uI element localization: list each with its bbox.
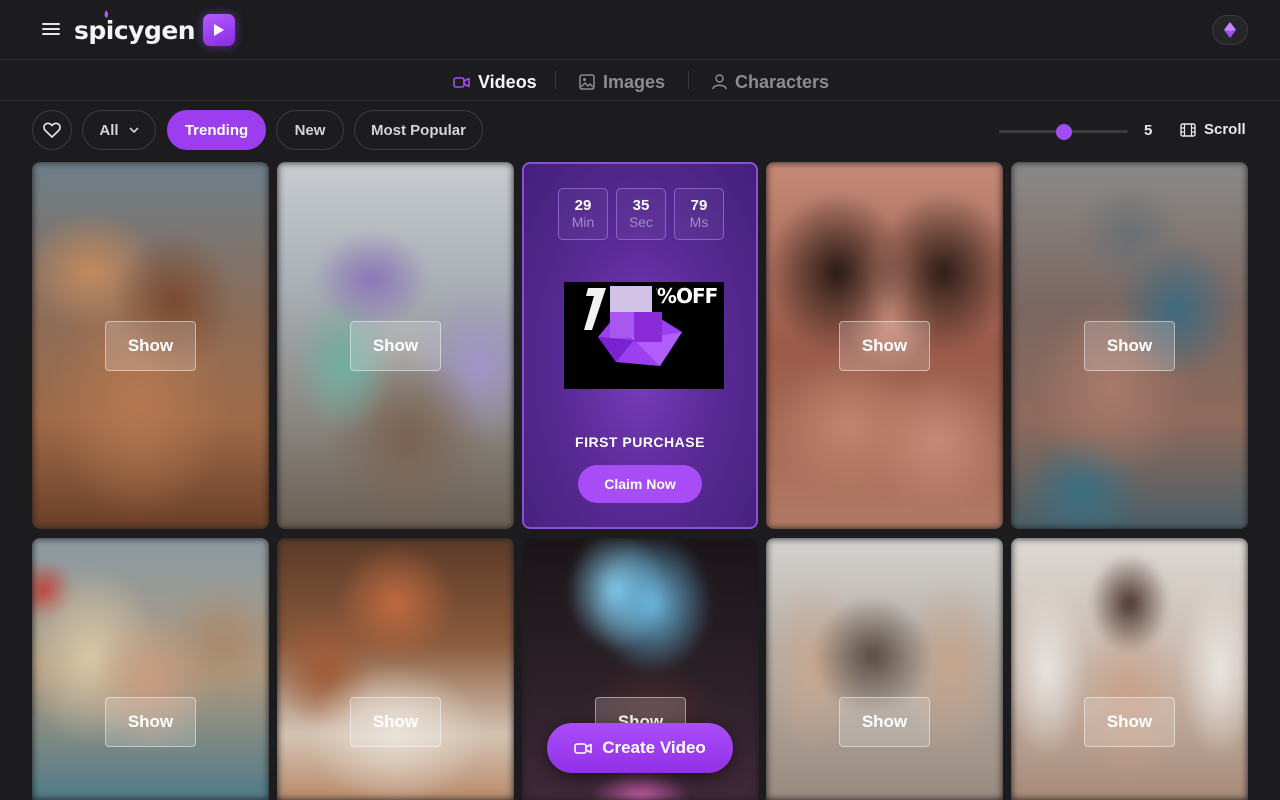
tab-characters-label: Characters <box>735 71 830 92</box>
video-card[interactable]: Show <box>32 162 269 529</box>
show-button[interactable]: Show <box>1084 697 1175 747</box>
flame-icon <box>104 10 109 18</box>
chevron-down-icon <box>129 127 139 133</box>
content-tabs: Videos Images Characters <box>0 61 1280 101</box>
video-card[interactable]: Show <box>1011 538 1248 800</box>
show-button[interactable]: Show <box>839 697 930 747</box>
timer-ms-value: 79 <box>690 197 708 214</box>
video-card[interactable]: Show <box>277 538 514 800</box>
columns-slider[interactable] <box>999 124 1128 140</box>
timer-seconds: 35 Sec <box>616 188 666 240</box>
discount-banner: 7%OFF <box>564 282 724 389</box>
show-button[interactable]: Show <box>350 697 441 747</box>
promo-card: 29 Min 35 Sec 79 Ms 7%OFF FIRST PURCHASE… <box>522 162 758 529</box>
show-button[interactable]: Show <box>350 321 441 371</box>
create-video-button[interactable]: Create Video <box>547 723 733 773</box>
film-icon <box>1180 122 1196 137</box>
tab-images-label: Images <box>603 71 666 92</box>
blurred-thumbnail <box>32 538 269 800</box>
tab-videos-label: Videos <box>478 71 537 92</box>
timer-seconds-value: 35 <box>632 197 650 214</box>
brand-name: spicygen <box>74 15 196 45</box>
slider-thumb[interactable] <box>1055 124 1072 140</box>
category-select[interactable]: All <box>82 110 156 150</box>
filter-most-popular[interactable]: Most Popular <box>354 110 483 150</box>
show-button[interactable]: Show <box>105 697 196 747</box>
brand-logo[interactable]: spicygen <box>74 10 236 48</box>
timer-seconds-unit: Sec <box>628 214 654 230</box>
scroll-mode-button[interactable]: Scroll <box>1180 121 1246 138</box>
heart-icon <box>43 122 61 138</box>
tab-characters[interactable]: Characters <box>712 69 829 95</box>
blurred-thumbnail <box>766 538 1003 800</box>
show-button[interactable]: Show <box>1084 321 1175 371</box>
person-icon <box>712 74 727 90</box>
tab-divider <box>555 71 556 89</box>
top-header: spicygen <box>0 0 1280 60</box>
promo-label: FIRST PURCHASE <box>575 434 705 450</box>
hamburger-menu-icon[interactable] <box>40 20 62 40</box>
play-icon <box>203 14 236 46</box>
discount-text: 7%OFF <box>656 286 718 308</box>
category-select-value: All <box>99 121 119 139</box>
blurred-thumbnail <box>277 538 514 800</box>
filter-trending[interactable]: Trending <box>167 110 266 150</box>
timer-minutes-value: 29 <box>574 197 592 214</box>
diamond-icon[interactable] <box>1212 15 1248 45</box>
show-button[interactable]: Show <box>839 321 930 371</box>
timer-minutes-unit: Min <box>571 214 595 230</box>
show-button[interactable]: Show <box>105 321 196 371</box>
create-video-label: Create Video <box>602 738 706 757</box>
tab-divider <box>688 71 689 89</box>
tab-images[interactable]: Images <box>579 69 665 95</box>
video-camera-icon <box>453 76 470 88</box>
video-card[interactable]: Show <box>32 538 269 800</box>
timer-minutes: 29 Min <box>558 188 608 240</box>
slider-fill <box>999 130 1064 133</box>
claim-now-button[interactable]: Claim Now <box>578 465 702 503</box>
tab-videos[interactable]: Videos <box>453 69 537 95</box>
favorites-button[interactable] <box>32 110 72 150</box>
video-card[interactable]: Show <box>277 162 514 529</box>
video-card[interactable]: Show <box>766 162 1003 529</box>
blurred-thumbnail <box>1011 538 1248 800</box>
video-card[interactable]: Show <box>766 538 1003 800</box>
video-camera-icon <box>574 742 592 754</box>
scroll-label: Scroll <box>1204 121 1246 138</box>
timer-ms-unit: Ms <box>689 214 709 230</box>
filter-new[interactable]: New <box>276 110 344 150</box>
timer-milliseconds: 79 Ms <box>674 188 724 240</box>
columns-value: 5 <box>1144 122 1153 139</box>
image-icon <box>579 74 595 90</box>
video-card[interactable]: Show <box>1011 162 1248 529</box>
